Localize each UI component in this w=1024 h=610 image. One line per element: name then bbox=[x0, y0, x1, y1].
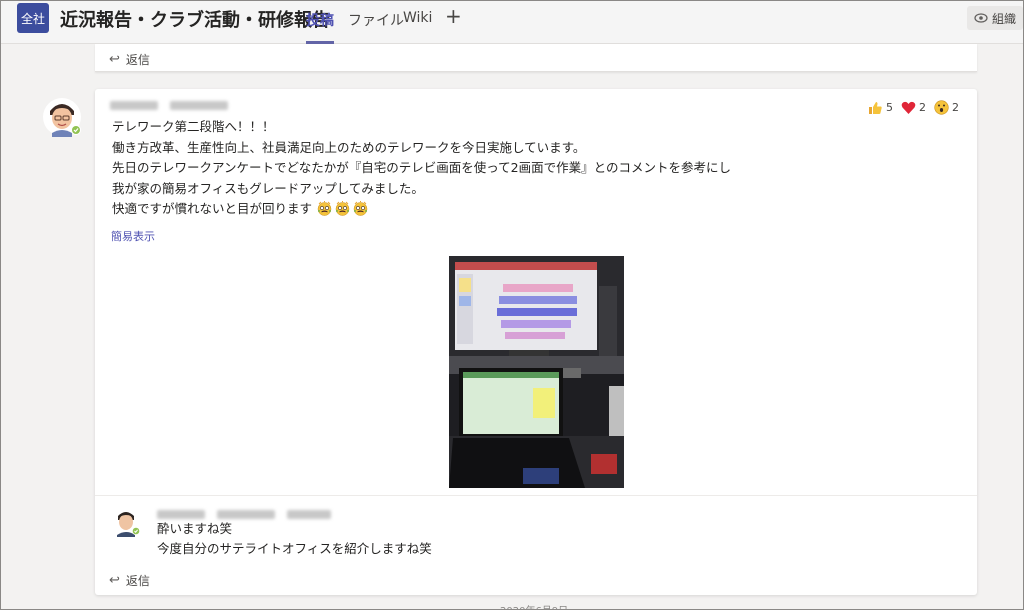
attached-photo[interactable] bbox=[449, 256, 624, 488]
surprised-icon bbox=[934, 100, 949, 115]
org-button-label: 組織 bbox=[991, 11, 1016, 26]
reply-author-redacted bbox=[157, 510, 205, 519]
eye-icon bbox=[974, 13, 988, 23]
reply-body: 酔いますね笑 今度自分のサテライトオフィスを紹介しますね笑 bbox=[157, 519, 432, 559]
team-avatar[interactable]: 全社 bbox=[17, 3, 49, 33]
reply-avatar[interactable] bbox=[111, 507, 141, 537]
post-line: 快適ですが慣れないと目が回ります bbox=[112, 201, 313, 216]
post-line: 先日のテレワークアンケートでどなたかが『自宅のテレビ画面を使って2画面で作業』と… bbox=[112, 160, 731, 175]
timestamp-redacted bbox=[170, 101, 228, 110]
reaction-count: 2 bbox=[919, 101, 926, 114]
reply-button[interactable]: ↩ 返信 bbox=[109, 51, 150, 68]
channel-title: 近況報告・クラブ活動・研修報告 bbox=[60, 10, 330, 31]
heart-icon bbox=[901, 101, 916, 114]
post-line-with-emoji: 快適ですが慣れないと目が回ります bbox=[112, 199, 731, 220]
post-body: テレワーク第二段階へ！！！ 働き方改革、生産性向上、社員満足向上のためのテレワー… bbox=[112, 117, 731, 220]
tab-files[interactable]: ファイル bbox=[348, 10, 404, 30]
reply-label: 返信 bbox=[125, 574, 150, 588]
reply-timestamp-redacted bbox=[217, 510, 275, 519]
reactions: 5 2 2 bbox=[868, 100, 959, 115]
post-line: テレワーク第二段階へ！！！ bbox=[112, 119, 275, 134]
avatar[interactable] bbox=[42, 97, 82, 137]
reaction-count: 5 bbox=[886, 101, 893, 114]
thumbs-up-icon bbox=[869, 101, 882, 114]
dizzy-face-icon bbox=[335, 201, 350, 216]
reply-button[interactable]: ↩ 返信 bbox=[109, 572, 150, 589]
org-button[interactable]: 組織 bbox=[967, 6, 1023, 30]
tab-wiki[interactable]: Wiki bbox=[403, 10, 432, 26]
post-line: 働き方改革、生産性向上、社員満足向上のためのテレワークを今日実施しています。 bbox=[112, 139, 586, 155]
channel-header: 全社 近況報告・クラブ活動・研修報告 投稿 ファイル Wiki + 組織 bbox=[0, 0, 1024, 44]
reply-line: 酔いますね笑 bbox=[157, 521, 233, 536]
reply-divider bbox=[95, 495, 977, 496]
reply-arrow-icon: ↩ bbox=[109, 52, 120, 67]
reply-arrow-icon: ↩ bbox=[109, 573, 120, 588]
reaction-thumbs-up[interactable]: 5 bbox=[868, 101, 893, 115]
reply-edited-redacted bbox=[287, 510, 331, 519]
author-name-redacted bbox=[110, 101, 158, 110]
date-divider: 2020年6月9日 bbox=[500, 602, 568, 610]
dizzy-face-icon bbox=[317, 201, 332, 216]
previous-thread: ↩ 返信 bbox=[95, 44, 977, 72]
post-card: 5 2 2 テレワーク第二段階へ！！！ 働き方改革、生産性向上、社員満足向上のた… bbox=[95, 89, 977, 595]
see-less-link[interactable]: 簡易表示 bbox=[111, 228, 155, 244]
dizzy-face-icon bbox=[353, 201, 368, 216]
plus-icon[interactable]: + bbox=[445, 4, 462, 28]
reply-label: 返信 bbox=[125, 53, 150, 67]
tab-posts[interactable]: 投稿 bbox=[306, 10, 334, 30]
reaction-count: 2 bbox=[952, 101, 959, 114]
reaction-heart[interactable]: 2 bbox=[901, 101, 926, 115]
post-line: 我が家の簡易オフィスもグレードアップしてみました。 bbox=[112, 180, 424, 196]
reply-line: 今度自分のサテライトオフィスを紹介しますね笑 bbox=[157, 541, 432, 556]
reaction-surprised[interactable]: 2 bbox=[934, 100, 959, 115]
